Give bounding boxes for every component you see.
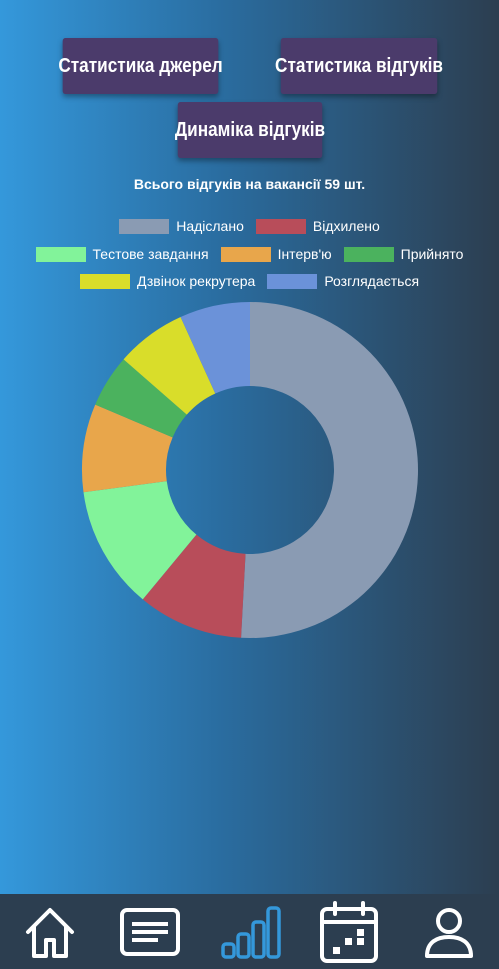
nav-profile[interactable]	[417, 900, 481, 964]
calendar-icon	[320, 900, 379, 963]
responses-stats-button[interactable]: Статистика відгуків	[275, 38, 443, 94]
total-responses-label: Всього відгуків на вакансії 59 шт.	[133, 176, 366, 192]
chart-legend-row: Тестове завдання Інтерв'ю Прийнято	[0, 246, 499, 262]
legend-swatch	[343, 246, 394, 262]
legend-swatch	[267, 273, 318, 289]
legend-item[interactable]: Розглядається	[267, 273, 419, 289]
responses-dynamics-button[interactable]: Динаміка відгуків	[175, 102, 325, 158]
nav-calendar[interactable]	[317, 900, 381, 964]
bottom-nav	[0, 894, 499, 969]
nav-home[interactable]	[18, 900, 82, 964]
legend-label: Інтерв'ю	[277, 246, 332, 262]
legend-item[interactable]: Прийнято	[343, 246, 464, 262]
nav-statistics[interactable]	[217, 900, 282, 964]
legend-item[interactable]: Відхилено	[255, 218, 380, 234]
legend-swatch	[35, 246, 86, 262]
legend-item[interactable]: Інтерв'ю	[220, 246, 332, 262]
legend-label: Відхилено	[312, 218, 380, 234]
list-icon	[119, 907, 180, 956]
profile-icon	[425, 907, 474, 958]
legend-swatch	[255, 218, 306, 234]
legend-item[interactable]: Дзвінок рекрутера	[79, 273, 256, 289]
legend-label: Тестове завдання	[92, 246, 209, 262]
legend-label: Надіслано	[176, 218, 244, 234]
legend-label: Розглядається	[324, 273, 420, 289]
legend-swatch	[119, 218, 170, 234]
legend-swatch	[79, 273, 130, 289]
doughnut-chart	[82, 302, 418, 638]
sources-stats-button[interactable]: Статистика джерел	[58, 38, 223, 94]
legend-label: Прийнято	[400, 246, 464, 262]
legend-swatch	[220, 246, 271, 262]
legend-item[interactable]: Тестове завдання	[35, 246, 209, 262]
chart-legend-row: Надіслано Відхилено	[0, 218, 499, 234]
chart-legend-row: Дзвінок рекрутера Розглядається	[0, 273, 499, 289]
home-icon	[25, 907, 74, 958]
doughnut-slice[interactable]	[241, 302, 418, 638]
chart-icon	[221, 905, 282, 959]
nav-responses[interactable]	[118, 900, 182, 964]
legend-item[interactable]: Надіслано	[119, 218, 244, 234]
legend-label: Дзвінок рекрутера	[136, 273, 256, 289]
